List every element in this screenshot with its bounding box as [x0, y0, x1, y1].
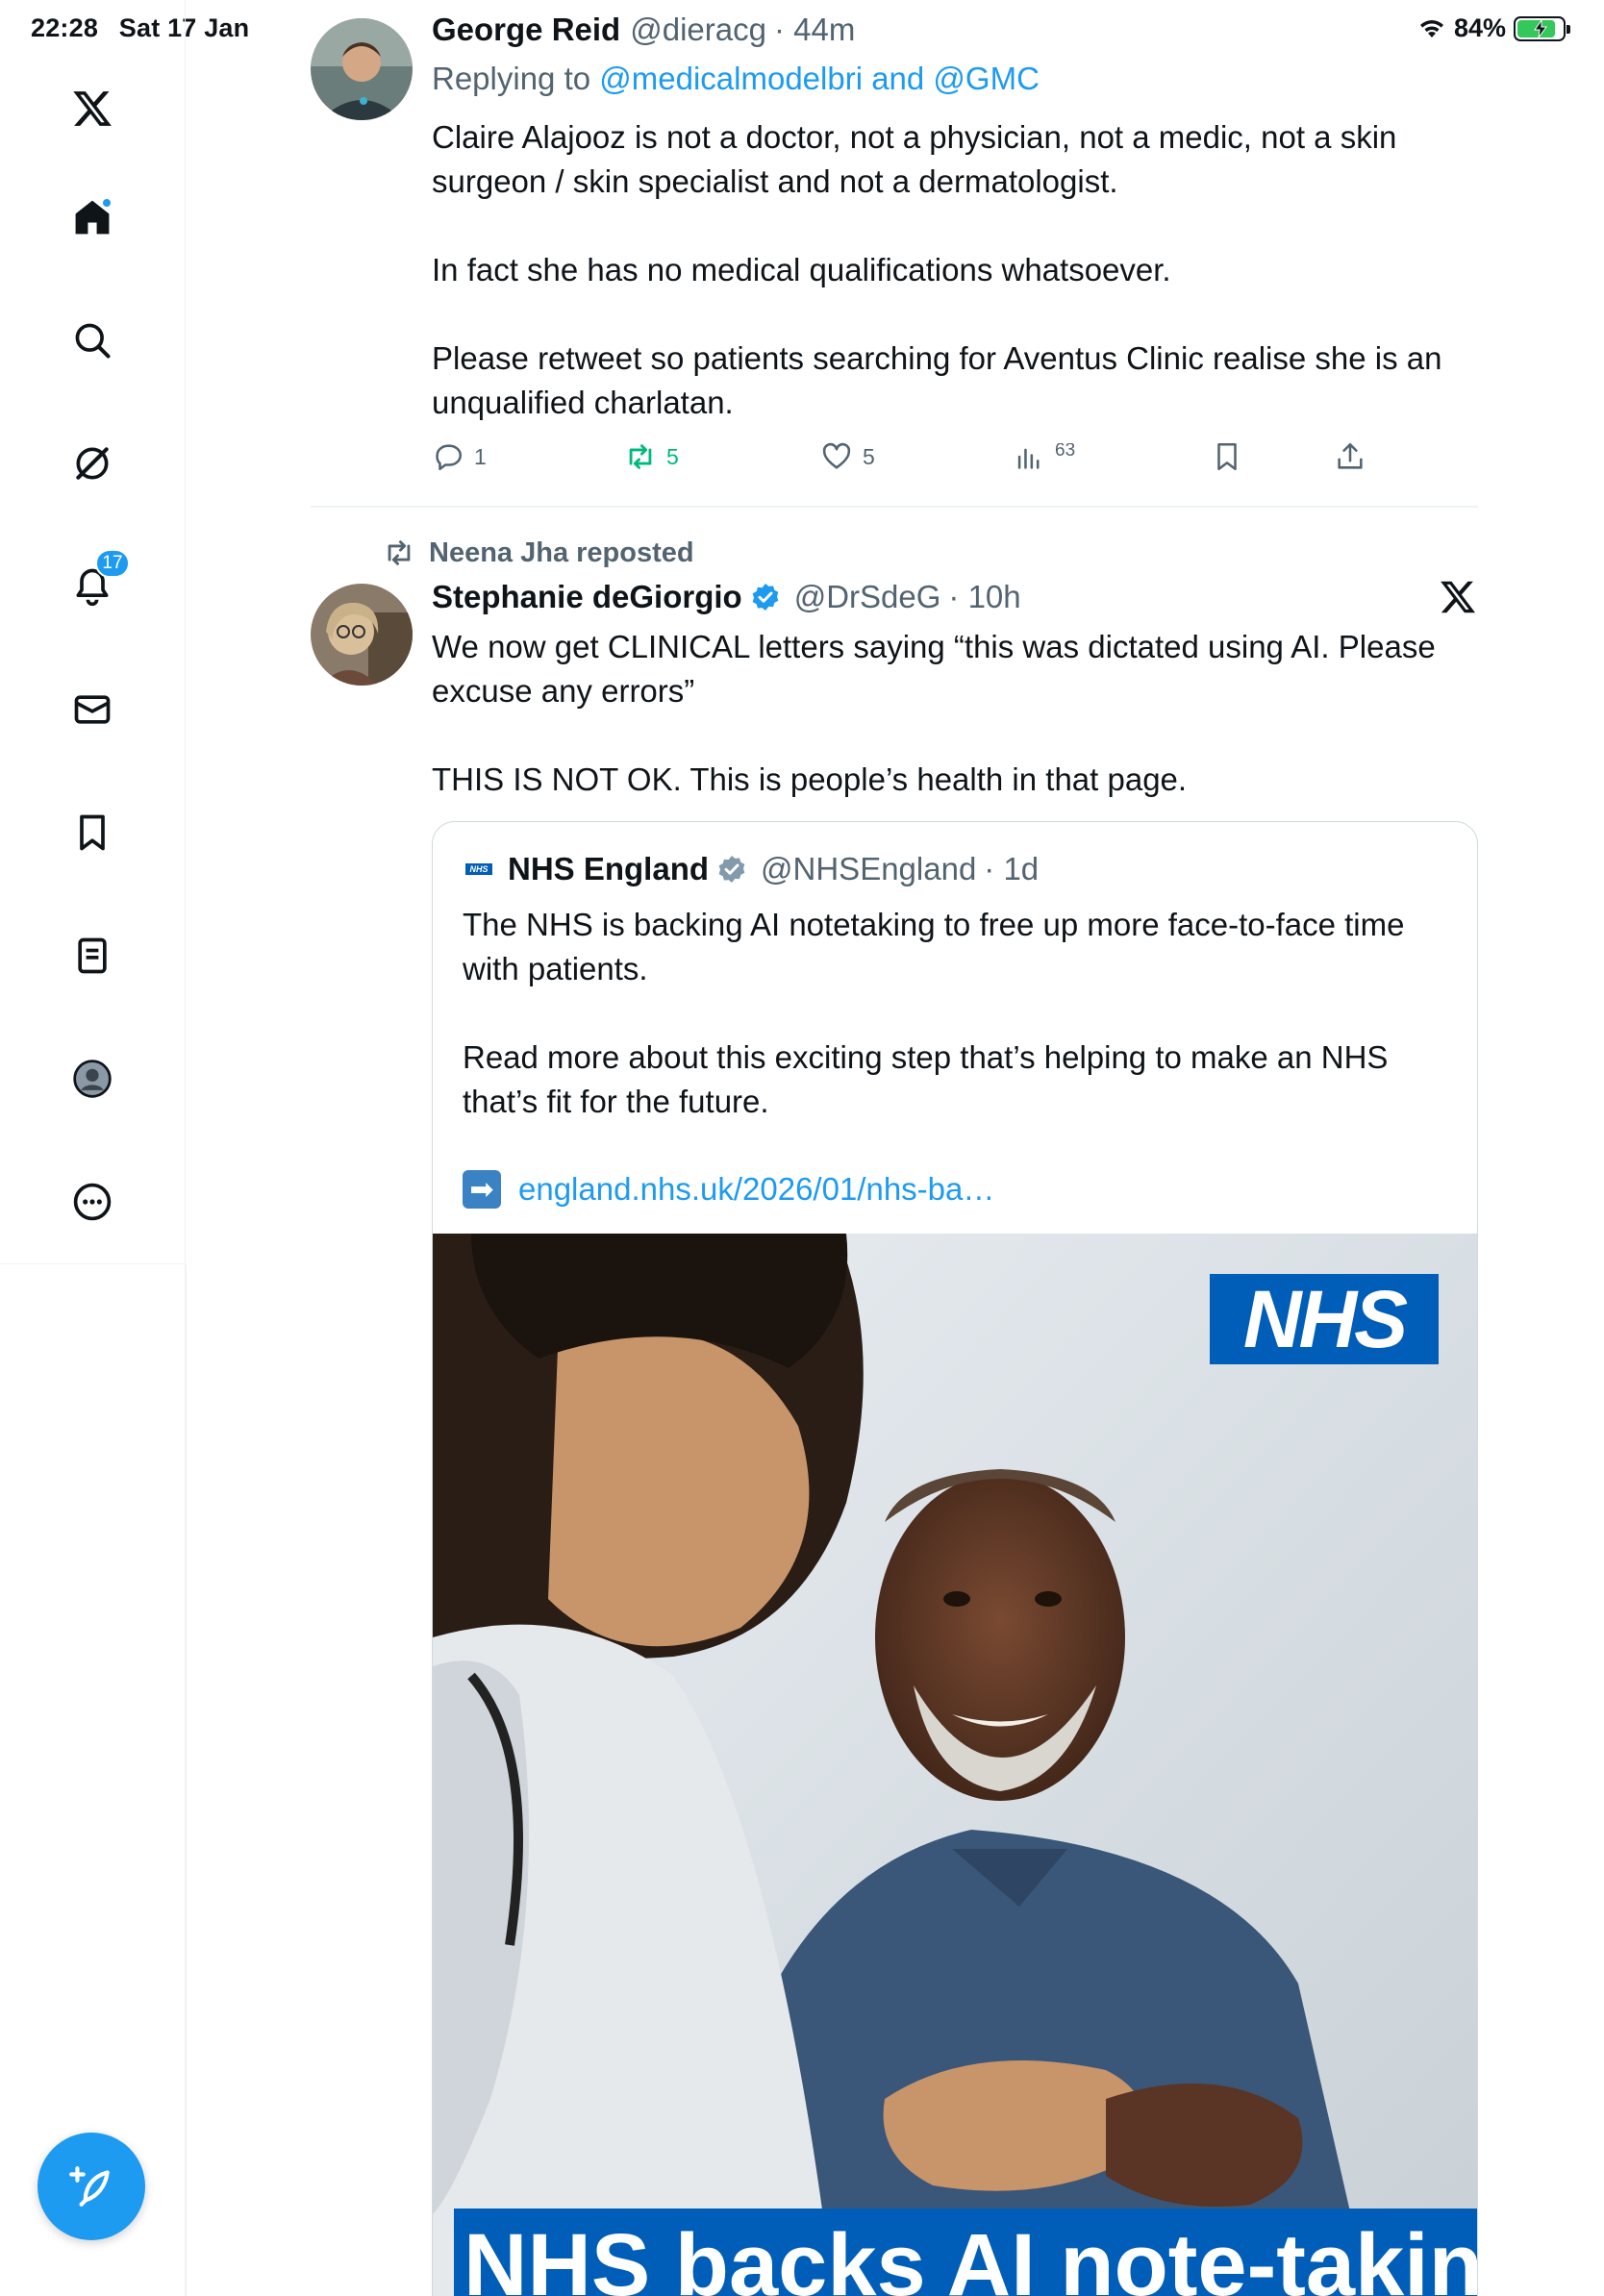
tweet-divider [311, 506, 1478, 508]
tweet1-text: Claire Alajooz is not a doctor, not a ph… [432, 119, 1442, 420]
tweet1-actions: 1 5 5 63 [432, 440, 1393, 479]
quoted-author-name[interactable]: NHS England [508, 851, 709, 887]
compose-button[interactable] [38, 2133, 145, 2240]
repost-count: 5 [666, 443, 679, 469]
quoted-media-image[interactable]: NHS NHS backs AI note-taking [433, 1234, 1477, 2296]
notifications-badge: 17 [95, 549, 130, 578]
list-icon[interactable] [63, 926, 122, 986]
like-button[interactable]: 5 [820, 440, 875, 473]
avatar-george-reid[interactable] [311, 18, 413, 120]
quoted-tweet-header: NHS NHS England @NHSEngland · 1d [465, 851, 1039, 887]
grok-icon[interactable] [63, 434, 122, 493]
repost-button[interactable]: 5 [624, 440, 679, 473]
battery-percent: 84% [1453, 13, 1506, 42]
reposted-by-text: Neena Jha reposted [429, 537, 694, 568]
wifi-icon [1419, 19, 1443, 37]
image-headline: NHS backs AI note-taking [454, 2209, 1477, 2296]
like-count: 5 [863, 443, 875, 469]
home-icon[interactable] [63, 187, 122, 247]
nhs-logo-avatar: NHS [465, 863, 492, 875]
replying-prefix: Replying to [432, 61, 600, 96]
doctor-patient-photo [433, 1234, 1477, 2296]
repost-small-icon [388, 540, 411, 565]
tweet2-handle[interactable]: @DrSdeG [794, 579, 941, 615]
bell-icon[interactable]: 17 [63, 549, 130, 616]
tweet2-author-name[interactable]: Stephanie deGiorgio [432, 579, 742, 615]
more-icon[interactable] [63, 1172, 122, 1232]
quoted-link-row[interactable]: ➡ england.nhs.uk/2026/01/nhs-ba… [463, 1170, 994, 1209]
quoted-link-url[interactable]: england.nhs.uk/2026/01/nhs-ba… [518, 1171, 994, 1208]
x-logo-icon[interactable] [63, 79, 122, 138]
views-icon [1017, 448, 1040, 469]
mail-icon[interactable] [63, 680, 122, 739]
bookmark-icon[interactable] [63, 803, 122, 862]
avatar-stephanie-degiorgio[interactable] [311, 584, 413, 686]
replying-to-link[interactable]: @medicalmodelbri and @GMC [599, 61, 1040, 96]
reply-count: 1 [474, 443, 487, 469]
share-button[interactable] [1334, 440, 1366, 473]
search-icon[interactable] [63, 311, 122, 370]
quoted-handle[interactable]: @NHSEngland [761, 851, 976, 887]
sidebar-border [185, 1264, 187, 2296]
right-arrow-emoji-icon: ➡ [463, 1170, 501, 1209]
reposted-by[interactable]: Neena Jha reposted [383, 537, 694, 569]
tweet1-header: George Reid @dieracg · 44m [432, 12, 855, 48]
heart-icon [822, 442, 851, 469]
tweet1-replying-to: Replying to @medicalmodelbri and @GMC [432, 61, 1040, 97]
bookmark-outline-icon [1217, 442, 1237, 471]
verified-grey-badge-icon [718, 856, 745, 883]
feather-plus-icon [69, 2166, 110, 2207]
profile-icon[interactable] [63, 1049, 122, 1109]
status-right: 84% [1417, 13, 1570, 43]
sidebar: 17 [0, 0, 186, 1264]
tweet2-header: Stephanie deGiorgio @DrSdeG · 10h [432, 579, 1021, 615]
home-notification-dot [101, 197, 113, 209]
tweet2-text: We now get CLINICAL letters saying “this… [432, 629, 1436, 797]
quoted-tweet-card[interactable]: NHS NHS England @NHSEngland · 1d The NHS… [432, 821, 1478, 2296]
x-logo-small-icon[interactable] [1439, 578, 1477, 616]
verified-badge-icon [752, 584, 779, 611]
tweet1-time: · 44m [773, 12, 856, 47]
reply-button[interactable]: 1 [432, 440, 487, 473]
bookmark-button[interactable] [1211, 440, 1243, 473]
tweet1-author-name[interactable]: George Reid [432, 12, 620, 48]
quoted-tweet-text: The NHS is backing AI notetaking to free… [463, 907, 1405, 1119]
views-count: 63 [1055, 443, 1076, 461]
reply-icon [436, 444, 462, 471]
tweet2-time: · 10h [948, 579, 1021, 614]
views-button[interactable]: 63 [1013, 440, 1090, 473]
battery-icon [1514, 15, 1570, 41]
share-icon [1338, 442, 1363, 469]
quoted-time: · 1d [984, 851, 1040, 886]
nhs-image-logo: NHS [1210, 1274, 1439, 1364]
tweet1-handle[interactable]: @dieracg [630, 12, 766, 48]
repost-icon [629, 444, 652, 469]
